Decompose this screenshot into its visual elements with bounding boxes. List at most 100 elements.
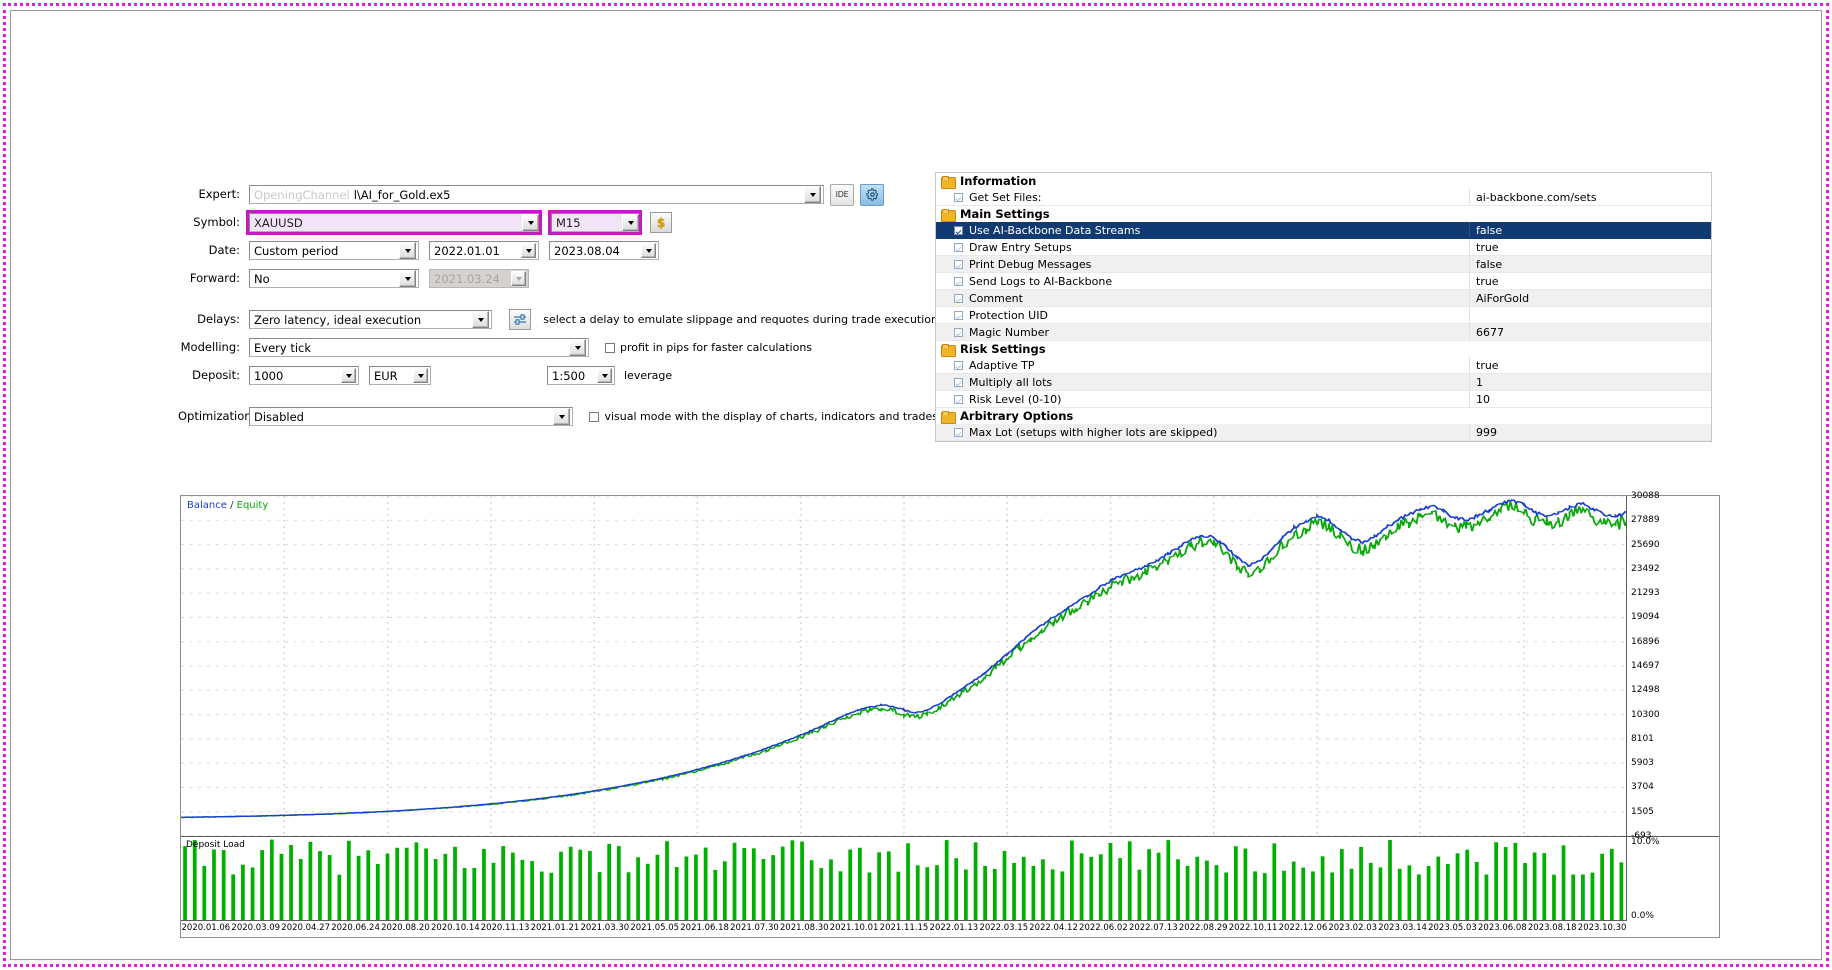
forward-mode-arrow-icon[interactable] [399, 270, 416, 287]
param-checkbox[interactable] [954, 259, 963, 269]
param-group-header[interactable]: Main Settings [936, 206, 1711, 222]
param-row[interactable]: Send Logs to AI-Backbone true [936, 273, 1711, 290]
x-axis-tick: 2022.06.02 [1079, 923, 1128, 933]
x-axis-tick: 2021.06.18 [680, 923, 729, 933]
modelling-select[interactable]: Every tick [249, 338, 589, 357]
param-checkbox[interactable] [954, 360, 963, 370]
deposit-amount-input[interactable]: 1000 [249, 366, 359, 385]
x-axis-tick: 2023.06.08 [1478, 923, 1527, 933]
param-value[interactable]: false [1470, 256, 1711, 272]
param-row[interactable]: Max Lot (setups with higher lots are ski… [936, 424, 1711, 441]
visual-mode-checkbox[interactable] [589, 411, 600, 422]
param-value[interactable]: 1 [1470, 374, 1711, 390]
param-checkbox[interactable] [954, 192, 963, 202]
param-checkbox[interactable] [954, 327, 963, 337]
forward-row: Forward: No 2021.03.24 [178, 269, 938, 288]
timeframe-dropdown-arrow-icon[interactable] [622, 214, 639, 231]
param-group-header[interactable]: Information [936, 173, 1711, 189]
param-value[interactable]: ai-backbone.com/sets [1470, 189, 1711, 205]
deposit-load-chart: Deposit Load 10.0% 0.0% 2020.01.06 2020.0… [181, 837, 1719, 937]
param-value[interactable]: true [1470, 357, 1711, 373]
gear-icon[interactable] [860, 183, 884, 206]
currency-icon[interactable]: $ [650, 212, 672, 233]
param-row[interactable]: Adaptive TP true [936, 357, 1711, 374]
date-from-arrow-icon[interactable] [521, 243, 536, 258]
param-name-cell: Max Lot (setups with higher lots are ski… [936, 424, 1470, 440]
optimization-select[interactable]: Disabled [249, 407, 574, 426]
param-value[interactable]: 6677 [1470, 324, 1711, 340]
date-from-input[interactable]: 2022.01.01 [429, 241, 539, 260]
param-checkbox[interactable] [954, 377, 963, 387]
param-value[interactable]: 999 [1470, 424, 1711, 440]
param-row[interactable]: Use AI-Backbone Data Streams false [936, 222, 1711, 239]
y-axis-tick: 1505 [1631, 806, 1654, 817]
ide-button[interactable]: IDE [830, 183, 854, 206]
x-axis-tick: 2023.02.03 [1328, 923, 1378, 933]
delays-row: Delays: Zero latency, ideal execution se… [178, 309, 938, 330]
y-axis-tick: 16896 [1631, 636, 1660, 647]
param-row[interactable]: Protection UID [936, 307, 1711, 324]
param-group-header[interactable]: Arbitrary Options [936, 408, 1711, 424]
legend-balance: Balance [187, 500, 227, 511]
expert-dropdown-arrow-icon[interactable] [804, 186, 821, 203]
param-row[interactable]: Print Debug Messages false [936, 256, 1711, 273]
deposit-currency-select[interactable]: EUR [369, 366, 431, 385]
delays-select[interactable]: Zero latency, ideal execution [249, 310, 493, 329]
x-axis-tick: 2020.11.13 [480, 923, 530, 933]
profit-in-pips-checkbox-wrap[interactable]: profit in pips for faster calculations [605, 341, 812, 354]
x-axis-tick: 2023.03.14 [1378, 923, 1427, 933]
leverage-arrow-icon[interactable] [597, 368, 612, 383]
symbol-input[interactable]: XAUUSD [246, 210, 542, 235]
param-value[interactable]: AiForGold [1470, 290, 1711, 306]
date-row: Date: Custom period 2022.01.01 2023.08.0… [178, 241, 938, 260]
param-value[interactable] [1470, 307, 1711, 323]
backtest-chart: Balance / Equity 30088 27889 25690 23492 212… [180, 491, 1720, 938]
param-name: Print Debug Messages [969, 257, 1092, 271]
param-checkbox[interactable] [954, 310, 963, 320]
y-axis-tick: 8101 [1631, 733, 1654, 744]
param-checkbox[interactable] [954, 394, 963, 404]
param-name-cell: Magic Number [936, 324, 1470, 340]
param-checkbox[interactable] [954, 242, 963, 252]
date-to-arrow-icon[interactable] [641, 243, 656, 258]
profit-in-pips-checkbox[interactable] [605, 342, 615, 353]
param-row[interactable]: Multiply all lots 1 [936, 374, 1711, 391]
optimization-arrow-icon[interactable] [553, 408, 571, 425]
date-to-input[interactable]: 2023.08.04 [549, 241, 659, 260]
leverage-select[interactable]: 1:500 [547, 366, 615, 385]
balance-equity-chart: Balance / Equity 30088 27889 25690 23492 212… [181, 491, 1719, 841]
forward-mode-select[interactable]: No [249, 269, 419, 288]
delays-arrow-icon[interactable] [472, 311, 490, 328]
param-name-cell: Risk Level (0-10) [936, 391, 1470, 407]
param-checkbox[interactable] [954, 293, 963, 303]
param-checkbox[interactable] [954, 225, 963, 235]
param-row[interactable]: Comment AiForGold [936, 290, 1711, 307]
param-row[interactable]: Get Set Files: ai-backbone.com/sets [936, 189, 1711, 206]
modelling-arrow-icon[interactable] [569, 339, 586, 356]
param-value[interactable]: true [1470, 239, 1711, 255]
param-checkbox[interactable] [954, 276, 963, 286]
visual-mode-checkbox-wrap[interactable]: visual mode with the display of charts, … [589, 410, 938, 423]
date-mode-select[interactable]: Custom period [249, 241, 419, 260]
param-checkbox[interactable] [954, 427, 963, 437]
param-group-header[interactable]: Risk Settings [936, 341, 1711, 357]
slider-icon[interactable] [509, 309, 532, 330]
date-mode-arrow-icon[interactable] [399, 242, 416, 259]
expert-input[interactable]: OpeningChannel l\AI_for_Gold.ex5 [249, 185, 824, 204]
symbol-dropdown-arrow-icon[interactable] [522, 214, 539, 231]
deposit-currency-arrow-icon[interactable] [413, 368, 428, 383]
param-value[interactable]: false [1470, 222, 1711, 238]
optimization-label: Optimization: [178, 409, 256, 423]
param-row[interactable]: Magic Number 6677 [936, 324, 1711, 341]
deposit-amount-arrow-icon[interactable] [341, 368, 356, 383]
symbol-label: Symbol: [193, 215, 240, 229]
param-value[interactable]: true [1470, 273, 1711, 289]
param-value[interactable]: 10 [1470, 391, 1711, 407]
param-row[interactable]: Risk Level (0-10) 10 [936, 391, 1711, 408]
forward-label: Forward: [189, 271, 240, 285]
optimization-value: Disabled [254, 409, 304, 424]
x-axis-tick: 2022.03.15 [979, 923, 1029, 933]
param-row[interactable]: Draw Entry Setups true [936, 239, 1711, 256]
y-axis-tick: 12498 [1631, 685, 1660, 696]
x-axis-tick: 2020.06.24 [331, 923, 380, 933]
